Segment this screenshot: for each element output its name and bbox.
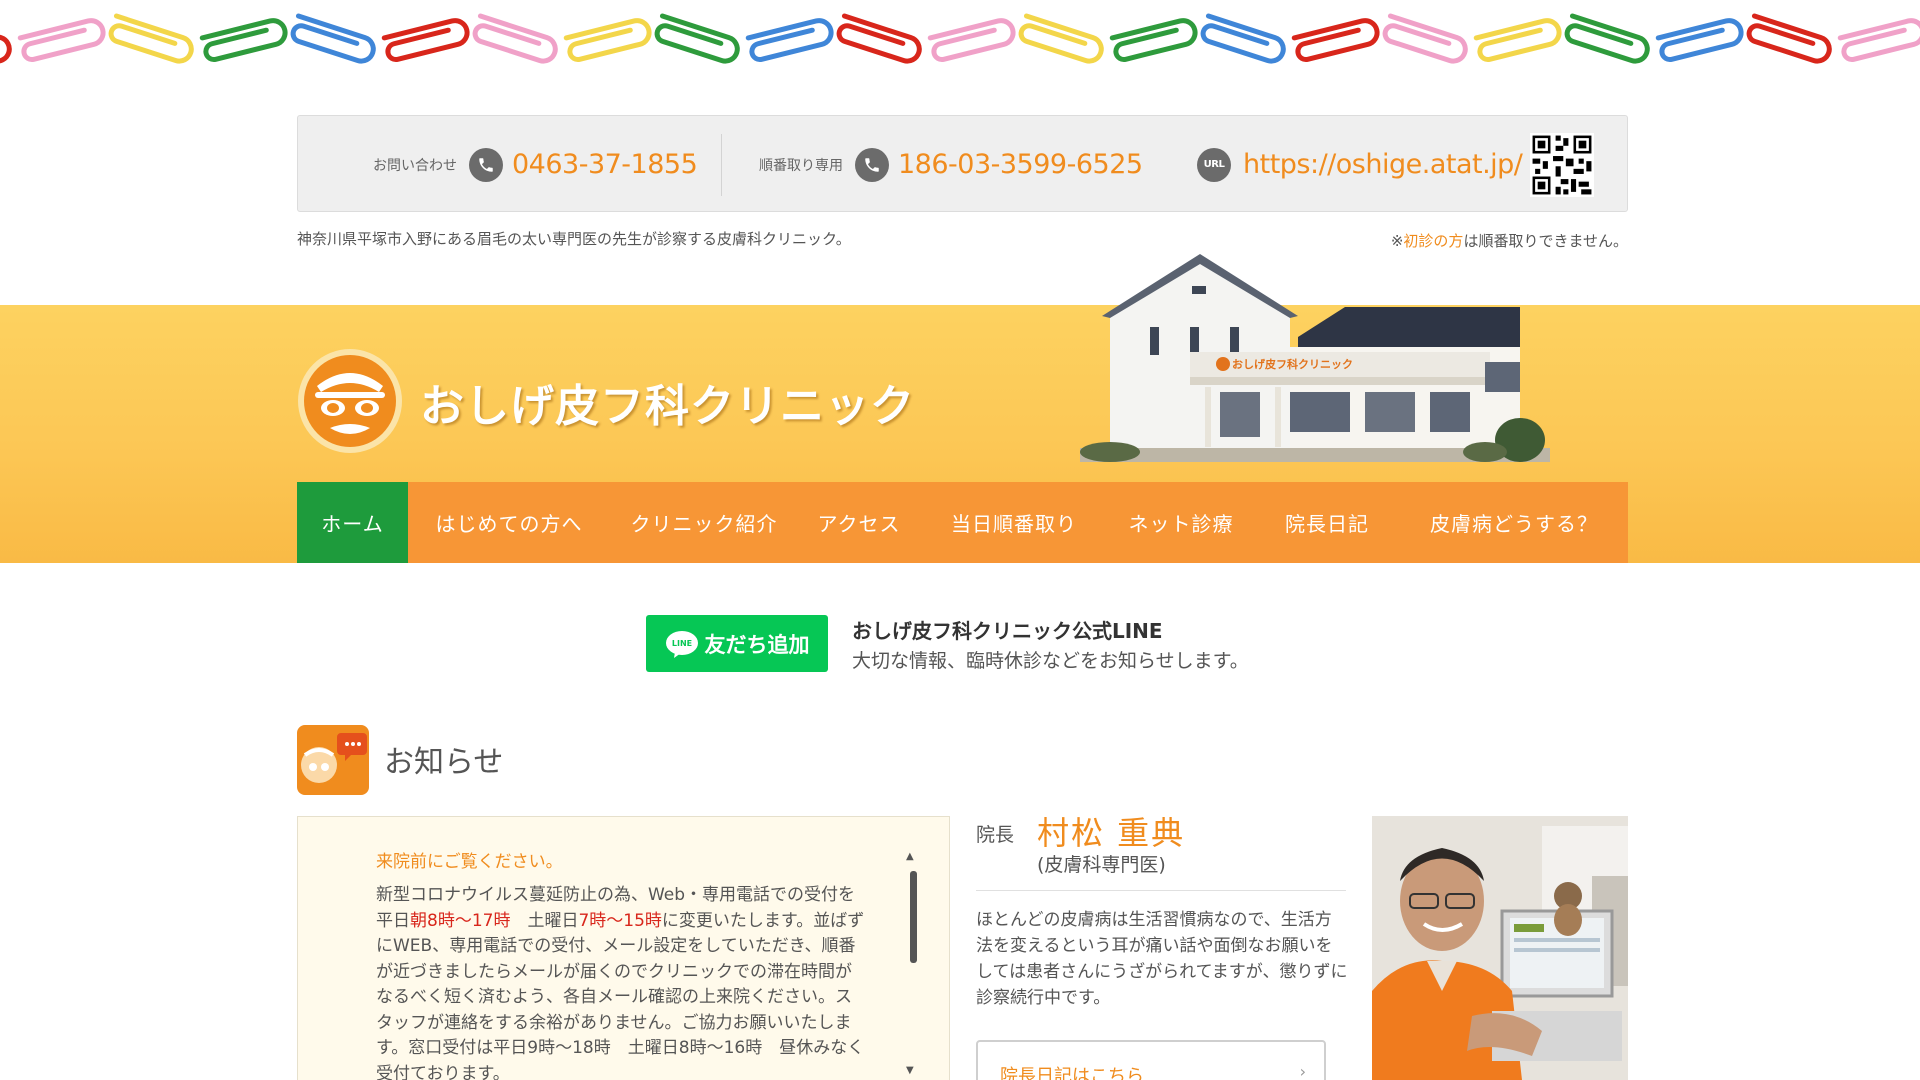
paperclip-shape — [1109, 18, 1198, 62]
paperclip-shape — [563, 18, 652, 62]
nav-online-consult[interactable]: ネット診療 — [1108, 482, 1254, 563]
paperclip-shape — [1200, 13, 1286, 64]
notice-suffix: は順番取りできません。 — [1463, 232, 1628, 250]
director-title: (皮膚科専門医) — [1037, 854, 1166, 876]
notice-heading: 来院前にご覧ください。 — [376, 852, 563, 872]
paperclip-shape — [1746, 13, 1832, 64]
line-title: おしげ皮フ科クリニック公式LINE — [852, 619, 1163, 643]
paperclip-shape — [745, 18, 834, 62]
notice-line: にWEB、専用電話での受付、メール設定をしていただき、順番 — [376, 936, 856, 956]
url-icon: URL — [1197, 147, 1231, 182]
line-button-label: 友だち追加 — [704, 632, 810, 657]
first-visit-link[interactable]: 初診の方 — [1403, 232, 1463, 250]
paperclip-shape — [1837, 18, 1920, 62]
paperclip-shape — [927, 18, 1016, 62]
scrollbar-thumb[interactable] — [910, 871, 917, 963]
phone-icon — [469, 147, 503, 182]
site-tagline: 神奈川県平塚市入野にある眉毛の太い専門医の先生が診察する皮膚科クリニック。 — [297, 230, 851, 248]
notice-line: 平日朝8時〜17時 土曜日7時〜15時に変更いたします。並ばず — [376, 909, 896, 935]
nav-skin-disease[interactable]: 皮膚病どうする？ — [1400, 482, 1628, 563]
paperclip-shape — [654, 13, 740, 64]
line-description: 大切な情報、臨時休診などをお知らせします。 — [852, 650, 1249, 672]
diary-button-label: 院長日記はこちら — [1000, 1066, 1144, 1080]
director-diary-button[interactable]: 院長日記はこちら › — [976, 1040, 1326, 1080]
inquiry-contact: お問い合わせ 0463-37-1855 — [373, 116, 698, 213]
paperclip-shape — [381, 18, 470, 62]
news-section-title: お知らせ — [384, 745, 504, 780]
page: お問い合わせ 0463-37-1855 順番取り専用 186-03-3599-6… — [0, 0, 1920, 1080]
news-mascot-icon — [297, 725, 369, 795]
line-icon: LINE — [665, 630, 698, 658]
notice-scroll-box[interactable]: 来院前にご覧ください。 新型コロナウイルス蔓延防止の為、Web・専用電話での受付… — [297, 816, 950, 1080]
weekday-hours: 朝8時〜17時 — [410, 910, 511, 931]
notice-line: なるべく短く済むよう、各自メール確認の上来院ください。ス — [376, 987, 852, 1007]
paperclip-shape — [836, 13, 922, 64]
building-sign: おしげ皮フ科クリニック — [1232, 357, 1353, 371]
notice-line: が近づきましたらメールが届くのでクリニックでの滞在時間が — [376, 961, 852, 982]
contact-divider — [721, 134, 722, 196]
line-add-friend-button[interactable]: LINE 友だち追加 — [646, 615, 828, 672]
nav-director-diary[interactable]: 院長日記 — [1254, 482, 1400, 563]
main-nav: ホーム はじめての方へ クリニック紹介 アクセス 当日順番取り ネット診療 院長… — [297, 482, 1628, 563]
director-name: 村松 重典 — [1037, 814, 1186, 852]
notice-text: に変更いたします。並ばず — [661, 910, 865, 931]
clinic-building-image: おしげ皮フ科クリニック — [1080, 254, 1550, 462]
clinic-logo-icon[interactable] — [297, 348, 403, 454]
nav-same-day-queue[interactable]: 当日順番取り — [920, 482, 1108, 563]
inquiry-phone-link[interactable]: 0463-37-1855 — [512, 149, 698, 180]
nav-access[interactable]: アクセス — [798, 482, 920, 563]
notice-line: タッフが連絡をする余裕がありません。ご協力お願いいたしま — [376, 1012, 852, 1033]
line-icon-text: LINE — [671, 639, 691, 648]
paperclip-shape — [1382, 13, 1468, 64]
notice-body: 新型コロナウイルス蔓延防止の為、Web・専用電話での受付を 平日朝8時〜17時 … — [376, 883, 896, 1080]
nav-home[interactable]: ホーム — [297, 482, 408, 563]
contact-box: お問い合わせ 0463-37-1855 順番取り専用 186-03-3599-6… — [297, 115, 1628, 212]
saturday-hours: 7時〜15時 — [578, 910, 662, 931]
paperclip-shape — [1655, 18, 1744, 62]
inquiry-label: お問い合わせ — [373, 157, 457, 174]
director-divider — [976, 890, 1346, 891]
paperclip-shape — [290, 13, 376, 64]
director-description: ほとんどの皮膚病は生活習慣病なので、生活方法を変えるという耳が痛い話や面倒なお願… — [976, 910, 1348, 1008]
first-visit-notice: ※初診の方は順番取りできません。 — [1391, 230, 1628, 251]
paperclip-border — [0, 0, 1920, 72]
paperclip-shape — [1473, 18, 1562, 62]
scroll-down-arrow-icon[interactable]: ▼ — [906, 1065, 914, 1076]
notice-prefix: ※ — [1390, 232, 1404, 250]
clinic-name[interactable]: おしげ皮フ科クリニック — [420, 370, 915, 434]
paperclip-shape — [1291, 18, 1380, 62]
queue-phone-link[interactable]: 186-03-3599-6525 — [898, 149, 1143, 180]
director-photo — [1372, 816, 1628, 1080]
scroll-up-arrow-icon[interactable]: ▲ — [906, 851, 914, 862]
queue-label: 順番取り専用 — [759, 157, 843, 174]
paperclip-shape — [0, 13, 12, 64]
paperclip-shape — [1564, 13, 1650, 64]
paperclip-shape — [108, 13, 194, 64]
phone-icon — [855, 147, 889, 182]
notice-line: 新型コロナウイルス蔓延防止の為、Web・専用電話での受付を — [376, 885, 856, 905]
queue-contact: 順番取り専用 186-03-3599-6525 — [759, 116, 1143, 213]
director-label: 院長 — [976, 824, 1015, 846]
url-contact: URL https://oshige.atat.jp/ — [1197, 116, 1595, 213]
paperclip-shape — [17, 18, 106, 62]
notice-text: 平日 — [376, 910, 410, 931]
site-url-link[interactable]: https://oshige.atat.jp/ — [1243, 149, 1523, 180]
nav-first-visit[interactable]: はじめての方へ — [408, 482, 610, 563]
qr-code-icon — [1530, 132, 1595, 197]
notice-line: す。窓口受付は平日9時〜18時 土曜日8時〜16時 昼休みなく — [376, 1038, 865, 1058]
paperclip-shape — [472, 13, 558, 64]
paperclip-shape — [1018, 13, 1104, 64]
chevron-right-icon: › — [1299, 1062, 1306, 1080]
paperclip-decoration — [0, 13, 1920, 64]
nav-clinic-intro[interactable]: クリニック紹介 — [610, 482, 798, 563]
paperclip-shape — [199, 18, 288, 62]
notice-line: 受付ております。 — [376, 1063, 510, 1080]
notice-text: 土曜日 — [510, 910, 579, 931]
